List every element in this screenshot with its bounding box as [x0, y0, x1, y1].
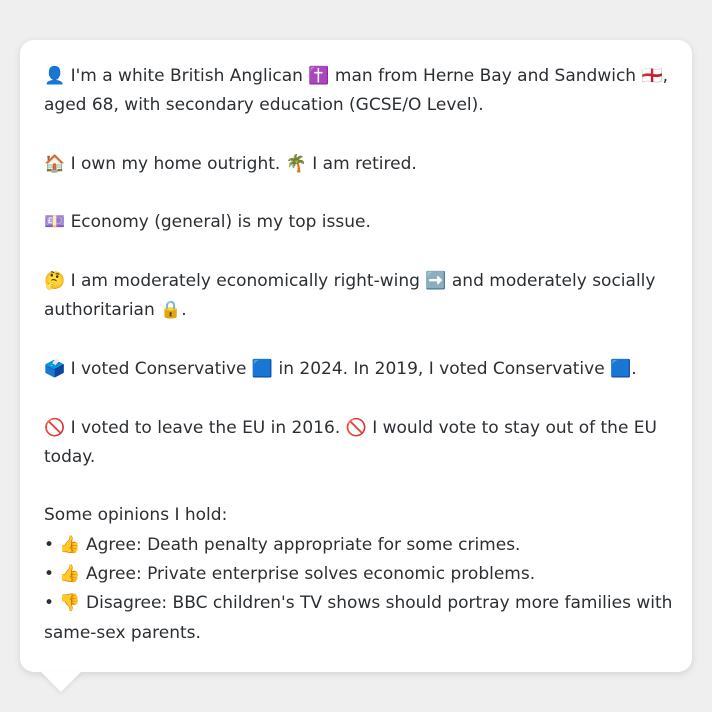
bubble-tail — [40, 671, 82, 692]
brexit-line-1: 🚫 I voted to leave the EU in 2016. 🚫 I w… — [44, 417, 657, 438]
vote-history-line: 🗳️ I voted Conservative 🟦 in 2024. In 20… — [44, 358, 637, 379]
identity-line-1: 👤 I'm a white British Anglican ✝️ man fr… — [44, 66, 669, 86]
opinion-item-3-continued: same-sex parents. — [44, 622, 201, 643]
opinions-paragraph: Some opinions I hold: • 👍 Agree: Death p… — [44, 501, 673, 647]
opinion-item-3: • 👎 Disagree: BBC children's TV shows sh… — [44, 593, 673, 614]
housing-paragraph: 🏠 I own my home outright. 🌴 I am retired… — [44, 150, 668, 179]
opinions-heading: Some opinions I hold: — [44, 505, 228, 526]
ideology-line-1: 🤔 I am moderately economically right-win… — [44, 271, 656, 292]
ideology-line-2: authoritarian 🔒. — [44, 300, 187, 321]
top-issue-line: 💷 Economy (general) is my top issue. — [44, 212, 371, 233]
vote-history-paragraph: 🗳️ I voted Conservative 🟦 in 2024. In 20… — [44, 355, 668, 384]
opinion-item-2: • 👍 Agree: Private enterprise solves eco… — [44, 564, 536, 585]
identity-line-2: aged 68, with secondary education (GCSE/… — [44, 95, 484, 116]
brexit-paragraph: 🚫 I voted to leave the EU in 2016. 🚫 I w… — [44, 414, 668, 473]
housing-line: 🏠 I own my home outright. 🌴 I am retired… — [44, 153, 417, 174]
top-issue-paragraph: 💷 Economy (general) is my top issue. — [44, 208, 668, 237]
brexit-line-2: today. — [44, 446, 96, 467]
identity-paragraph: 👤 I'm a white British Anglican ✝️ man fr… — [44, 62, 668, 121]
ideology-paragraph: 🤔 I am moderately economically right-win… — [44, 267, 668, 326]
opinion-item-1: • 👍 Agree: Death penalty appropriate for… — [44, 534, 521, 555]
message-bubble: 👤 I'm a white British Anglican ✝️ man fr… — [20, 40, 692, 672]
